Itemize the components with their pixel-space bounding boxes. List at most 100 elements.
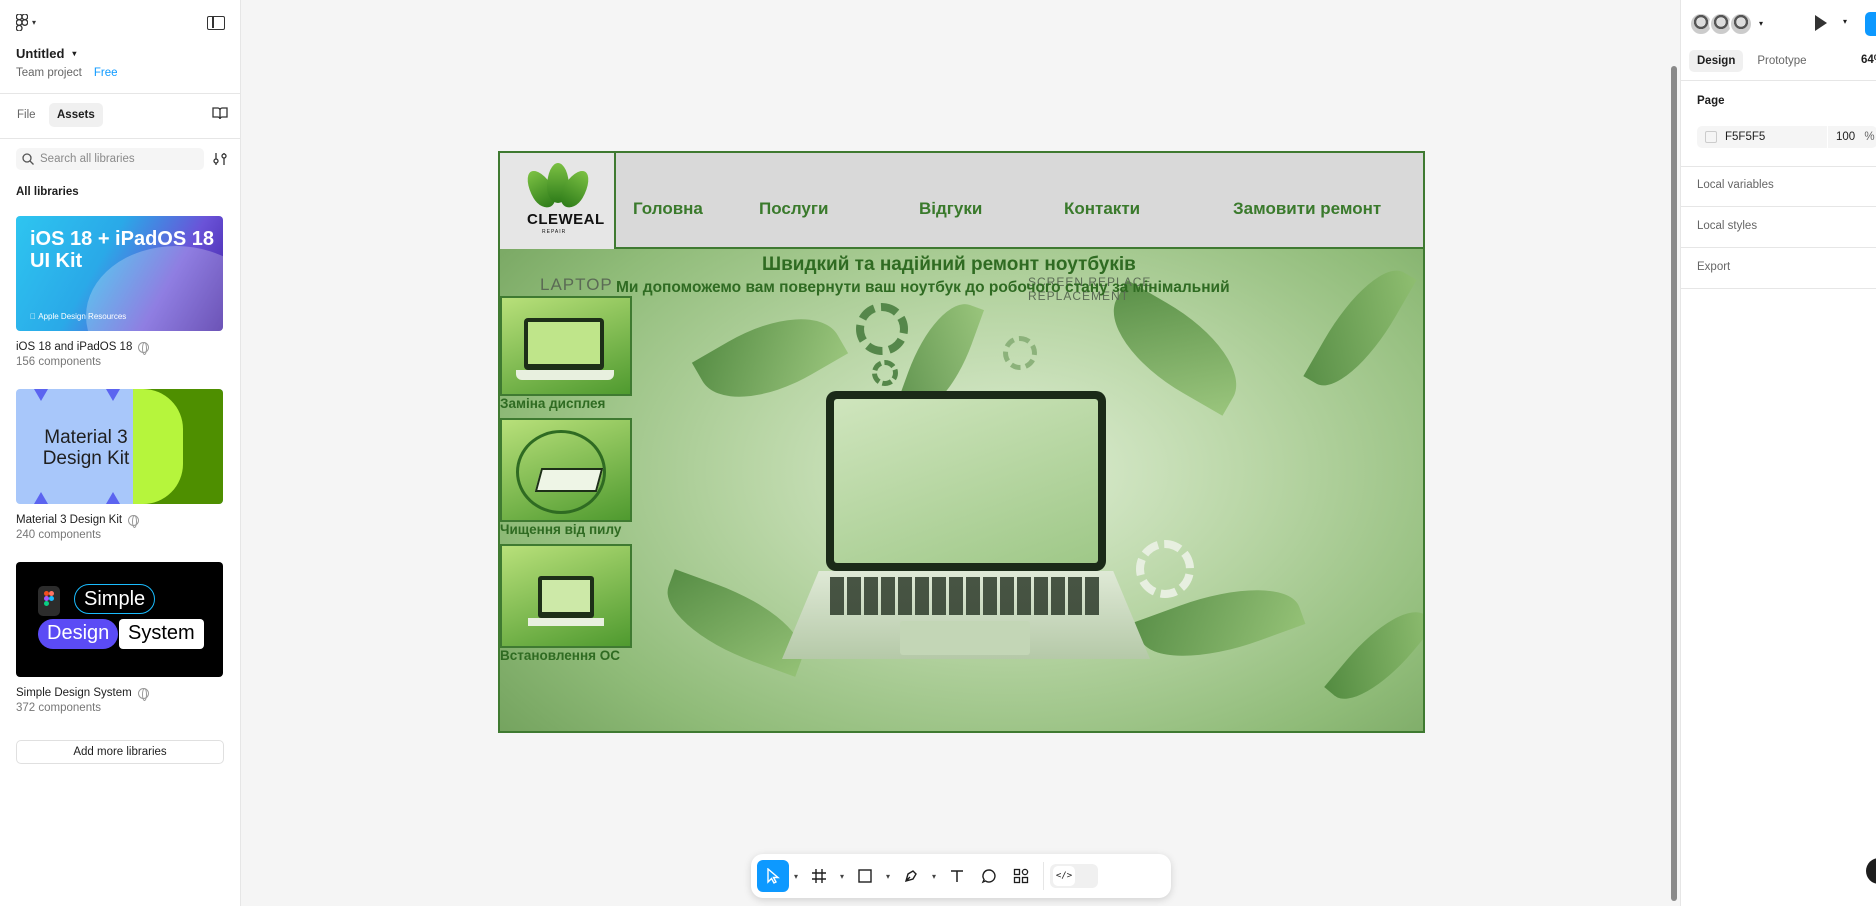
add-more-libraries-button[interactable]: Add more libraries bbox=[16, 740, 224, 764]
globe-icon bbox=[137, 687, 149, 701]
service-card[interactable]: Чищення від пилу bbox=[500, 418, 632, 537]
thumbnail-title: Material 3 Design Kit bbox=[42, 427, 130, 469]
library-thumbnail[interactable]: Simple Design System bbox=[16, 562, 223, 677]
rectangle-tool[interactable] bbox=[849, 860, 881, 892]
divider bbox=[0, 138, 241, 139]
decorative-shape bbox=[133, 389, 183, 504]
rectangle-icon bbox=[858, 869, 872, 883]
move-tool[interactable] bbox=[757, 860, 789, 892]
library-card-ios[interactable]: iOS 18 + iPadOS 18 UI Kit  Apple Design… bbox=[16, 216, 223, 368]
laptop-keyboard bbox=[830, 577, 1100, 615]
left-tabs: File Assets bbox=[0, 103, 241, 127]
hero-title: Швидкий та надійний ремонт ноутбуків bbox=[762, 254, 1136, 275]
chevron-down-icon[interactable]: ▾ bbox=[789, 872, 803, 881]
frame-tool[interactable] bbox=[803, 860, 835, 892]
pen-tool[interactable] bbox=[895, 860, 927, 892]
canvas[interactable]: LAPTOP SCREEN REPLACE REPLACEMENT CLEWEA… bbox=[242, 0, 1678, 906]
toggle-sidebar-icon[interactable] bbox=[207, 16, 225, 30]
laptop-trackpad bbox=[900, 621, 1030, 655]
chevron-down-icon[interactable]: ▾ bbox=[881, 872, 895, 881]
nav-contacts[interactable]: Контакти bbox=[1064, 199, 1140, 219]
library-book-icon[interactable] bbox=[212, 107, 228, 120]
canvas-scrollbar[interactable] bbox=[1671, 66, 1677, 901]
website-frame[interactable]: LAPTOP SCREEN REPLACE REPLACEMENT CLEWEA… bbox=[498, 151, 1425, 733]
local-variables-section[interactable]: Local variables bbox=[1697, 179, 1774, 191]
component-count: 240 components bbox=[16, 529, 102, 541]
service-image bbox=[500, 544, 632, 648]
search-input[interactable] bbox=[40, 153, 190, 165]
tab-prototype[interactable]: Prototype bbox=[1749, 50, 1814, 72]
collaborator-avatars[interactable]: ▾ bbox=[1689, 12, 1763, 36]
zoom-level[interactable]: 64% bbox=[1861, 54, 1876, 66]
library-thumbnail[interactable]: Material 3 Design Kit bbox=[16, 389, 223, 504]
library-name: Material 3 Design Kit bbox=[16, 514, 223, 528]
comment-tool[interactable] bbox=[973, 860, 1005, 892]
chevron-down-icon[interactable]: ▾ bbox=[835, 872, 849, 881]
cursor-arrow-icon bbox=[767, 868, 780, 884]
page-opacity-field[interactable]: 100 % bbox=[1827, 126, 1875, 148]
nav-home[interactable]: Головна bbox=[633, 199, 703, 219]
color-swatch[interactable] bbox=[1705, 131, 1717, 143]
components-grid-icon bbox=[1013, 868, 1029, 884]
team-label[interactable]: Team project bbox=[16, 67, 82, 79]
avatar[interactable] bbox=[1729, 12, 1753, 36]
thumbnail-title: iOS 18 + iPadOS 18 UI Kit bbox=[30, 228, 214, 272]
library-card-simple-design[interactable]: Simple Design System Simple Design Syste… bbox=[16, 562, 223, 714]
gear-icon bbox=[1003, 336, 1037, 370]
chevron-down-icon: ▾ bbox=[72, 49, 77, 58]
library-search[interactable] bbox=[16, 148, 204, 170]
figma-logo-icon bbox=[16, 14, 28, 31]
frame-hash-icon bbox=[812, 869, 826, 883]
plan-badge[interactable]: Free bbox=[94, 67, 118, 79]
page-color-field[interactable]: F5F5F5 100 % bbox=[1697, 126, 1876, 148]
chevron-down-icon: ▾ bbox=[32, 18, 37, 27]
code-icon: </> bbox=[1053, 866, 1075, 886]
thumbnail-word: Design bbox=[38, 619, 119, 649]
present-play-icon[interactable] bbox=[1815, 15, 1828, 31]
library-card-material[interactable]: Material 3 Design Kit Material 3 Design … bbox=[16, 389, 223, 541]
service-card[interactable]: Заміна дисплея bbox=[500, 296, 632, 411]
chevron-down-icon[interactable]: ▾ bbox=[1843, 17, 1847, 26]
tab-design[interactable]: Design bbox=[1689, 50, 1744, 72]
logo-subtext: REPAIR bbox=[542, 229, 567, 235]
figma-logo-icon bbox=[38, 586, 60, 616]
globe-icon bbox=[138, 341, 150, 355]
nav-reviews[interactable]: Відгуки bbox=[919, 199, 982, 219]
decorative-triangle bbox=[34, 389, 48, 401]
chevron-down-icon[interactable]: ▾ bbox=[1759, 19, 1763, 36]
nav-services[interactable]: Послуги bbox=[759, 199, 828, 219]
page-color-hex[interactable]: F5F5F5 bbox=[1725, 131, 1765, 143]
all-libraries-heading: All libraries bbox=[16, 186, 79, 198]
site-header: CLEWEAL REPAIR Головна Послуги Відгуки К… bbox=[500, 153, 1423, 249]
leaf-decoration bbox=[1303, 254, 1417, 402]
search-icon bbox=[22, 153, 34, 165]
tab-assets[interactable]: Assets bbox=[49, 103, 103, 127]
share-button[interactable]: S bbox=[1865, 12, 1876, 36]
thumbnail-subtitle:  Apple Design Resources bbox=[30, 312, 126, 321]
actions-tool[interactable] bbox=[1005, 860, 1037, 892]
export-section[interactable]: Export bbox=[1697, 261, 1730, 273]
chevron-down-icon[interactable]: ▾ bbox=[927, 872, 941, 881]
library-thumbnail[interactable]: iOS 18 + iPadOS 18 UI Kit  Apple Design… bbox=[16, 216, 223, 331]
tab-file[interactable]: File bbox=[9, 103, 44, 127]
divider bbox=[1681, 206, 1876, 207]
text-tool[interactable] bbox=[941, 860, 973, 892]
background-text: LAPTOP bbox=[540, 275, 613, 294]
decorative-triangle bbox=[106, 492, 120, 504]
service-card[interactable]: Встановлення ОС bbox=[500, 544, 632, 663]
divider bbox=[1681, 247, 1876, 248]
local-styles-section[interactable]: Local styles bbox=[1697, 220, 1757, 232]
nav-order-repair[interactable]: Замовити ремонт bbox=[1233, 199, 1381, 219]
dev-mode-toggle[interactable]: </> bbox=[1050, 864, 1098, 888]
site-logo[interactable]: CLEWEAL REPAIR bbox=[500, 153, 616, 249]
logo-text: CLEWEAL bbox=[527, 211, 605, 228]
filter-settings-icon[interactable] bbox=[212, 151, 228, 167]
decorative-triangle bbox=[34, 492, 48, 504]
main-menu-button[interactable]: ▾ bbox=[16, 14, 36, 31]
file-title[interactable]: Untitled ▾ bbox=[16, 46, 76, 61]
divider bbox=[1043, 862, 1044, 890]
os-install-icon bbox=[538, 576, 594, 618]
laptop-icon bbox=[524, 318, 604, 370]
gear-icon bbox=[1136, 540, 1194, 598]
file-subtitle: Team project Free bbox=[16, 67, 118, 79]
